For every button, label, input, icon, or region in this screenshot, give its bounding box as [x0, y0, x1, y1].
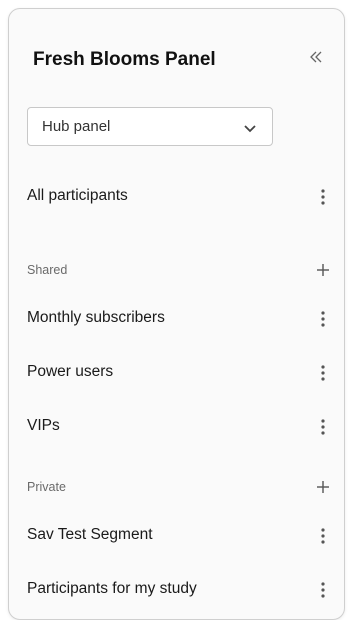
more-options-button[interactable] — [314, 578, 332, 602]
list-item-label: Power users — [27, 363, 114, 380]
kebab-menu-icon — [321, 528, 325, 544]
more-options-button[interactable] — [314, 415, 332, 439]
list-item-segment[interactable]: Participants for my study — [9, 570, 344, 610]
kebab-menu-icon — [321, 365, 325, 381]
add-private-segment-button[interactable] — [312, 476, 334, 498]
collapse-panel-button[interactable] — [304, 45, 328, 69]
list-item-segment[interactable]: VIPs — [9, 407, 344, 447]
list-item-all-participants[interactable]: All participants — [9, 177, 344, 217]
plus-icon — [317, 264, 329, 276]
list-item-label: Participants for my study — [27, 580, 197, 597]
more-options-button[interactable] — [314, 524, 332, 548]
list-item-segment[interactable]: Sav Test Segment — [9, 516, 344, 556]
more-options-button[interactable] — [314, 361, 332, 385]
list-item-label: All participants — [27, 187, 128, 204]
kebab-menu-icon — [321, 189, 325, 205]
list-item-segment[interactable]: Power users — [9, 353, 344, 393]
list-item-label: VIPs — [27, 417, 60, 434]
section-shared: Shared — [9, 257, 344, 285]
plus-icon — [317, 481, 329, 493]
panel-select-value: Hub panel — [42, 118, 111, 135]
panel-title: Fresh Blooms Panel — [33, 49, 216, 70]
segments-panel: Fresh Blooms Panel Hub panel All partici… — [8, 8, 345, 620]
kebab-menu-icon — [321, 582, 325, 598]
panel-header: Fresh Blooms Panel — [9, 9, 344, 99]
more-options-button[interactable] — [314, 185, 332, 209]
section-label: Private — [27, 480, 66, 494]
section-label: Shared — [27, 263, 68, 277]
list-item-label: Monthly subscribers — [27, 309, 165, 326]
list-item-label: Sav Test Segment — [27, 526, 153, 543]
more-options-button[interactable] — [314, 307, 332, 331]
chevron-down-icon — [244, 125, 256, 133]
section-private: Private — [9, 474, 344, 502]
kebab-menu-icon — [321, 419, 325, 435]
panel-select[interactable]: Hub panel — [27, 107, 273, 146]
add-shared-segment-button[interactable] — [312, 259, 334, 281]
kebab-menu-icon — [321, 311, 325, 327]
double-chevron-left-icon — [310, 51, 322, 63]
list-item-segment[interactable]: Monthly subscribers — [9, 299, 344, 339]
